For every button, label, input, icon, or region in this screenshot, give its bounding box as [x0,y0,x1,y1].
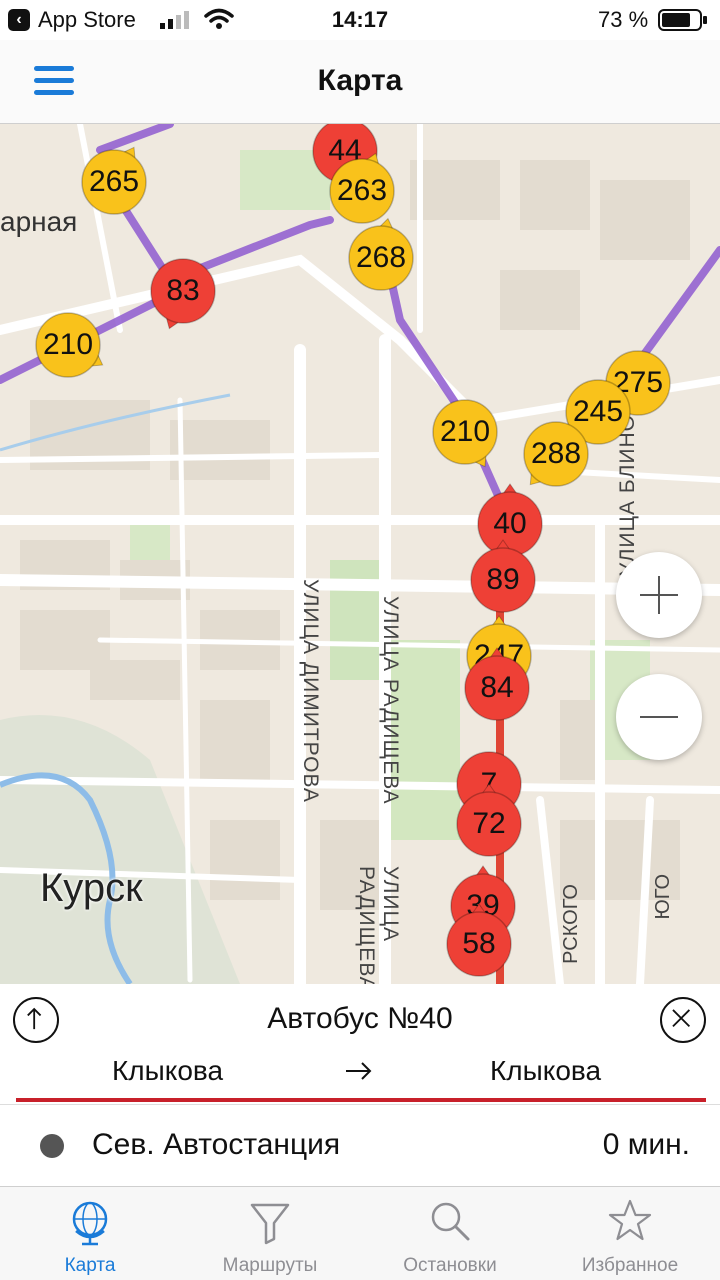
bus-marker-label: 265 [88,165,140,198]
bus-marker-72[interactable]: 72 [455,783,523,858]
bus-marker-89[interactable]: 89 [469,539,537,614]
tab-map[interactable]: Карта [0,1187,180,1280]
bus-marker-label: 84 [480,671,514,704]
search-icon [431,1202,470,1241]
bus-marker-263[interactable]: 263 [328,152,396,225]
bus-marker-84[interactable]: 84 [463,647,531,722]
bus-marker-label: 72 [472,807,506,840]
zoom-out-button[interactable] [616,674,702,760]
tab-bar: Карта Маршруты Остановки Избранное [0,1186,720,1280]
map-label-city: Курск [40,866,143,910]
stop-eta: 0 мин. [602,1128,690,1161]
bus-marker-210[interactable]: 210 [431,398,499,468]
map-label-partial: арная [0,206,78,237]
street-label-radishcheva-2: УЛИЦА РАДИЩЕВА [355,866,402,984]
plus-icon [640,576,678,614]
bus-marker-label: 58 [462,927,496,960]
bus-marker-label: 89 [486,563,520,596]
route-accent-line [16,1098,706,1102]
status-bar: ‹ App Store 14:17 73 % [0,0,720,40]
route-title: Автобус №40 [267,1002,453,1035]
tab-stops[interactable]: Остановки [360,1187,540,1280]
bus-marker-58[interactable]: 58 [445,903,513,978]
bus-marker-label: 210 [439,415,491,448]
street-label-radishcheva: УЛИЦА РАДИЩЕВА [379,596,402,805]
map-view[interactable]: арная Курск УЛИЦА ДИМИТРОВА УЛИЦА РАДИЩЕ… [0,124,720,984]
tab-favorites[interactable]: Избранное [540,1187,720,1280]
tab-favorites-label: Избранное [581,1255,679,1276]
close-icon [672,1009,691,1028]
star-icon [608,1199,652,1241]
route-destination: Клыкова [490,1055,602,1086]
tab-routes[interactable]: Маршруты [180,1187,360,1280]
bus-marker-label: 83 [166,274,200,307]
bus-marker-268[interactable]: 268 [347,217,415,292]
navigation-bar: Карта [0,40,720,124]
battery-percent: 73 % [598,7,649,32]
arrow-right-icon [346,1062,372,1080]
street-label-dimitrova: УЛИЦА ДИМИТРОВА [299,579,322,803]
close-panel-button[interactable] [660,997,706,1043]
street-label-partial-2: ЮГО [652,874,674,920]
zoom-in-button[interactable] [616,552,702,638]
tab-map-label: Карта [64,1255,116,1276]
bus-marker-label: 263 [336,174,388,207]
stop-name: Сев. Автостанция [92,1128,341,1161]
bus-marker-label: 268 [355,241,407,274]
bus-marker-288[interactable]: 288 [522,420,590,488]
filter-icon [250,1203,290,1245]
street-label-partial-1: РСКОГО [560,884,582,964]
page-title: Карта [317,64,403,97]
minus-icon [640,716,678,718]
route-origin: Клыкова [112,1055,224,1086]
bus-marker-265[interactable]: 265 [80,146,148,216]
tab-stops-label: Остановки [403,1255,497,1276]
globe-icon [72,1201,108,1246]
bus-marker-83[interactable]: 83 [149,257,217,330]
tab-routes-label: Маршруты [222,1255,318,1276]
bus-marker-label: 210 [42,328,94,361]
stop-dot-icon [40,1134,64,1158]
bus-marker-label: 288 [530,437,582,470]
battery-icon [658,9,707,31]
bus-marker-210[interactable]: 210 [34,311,104,379]
